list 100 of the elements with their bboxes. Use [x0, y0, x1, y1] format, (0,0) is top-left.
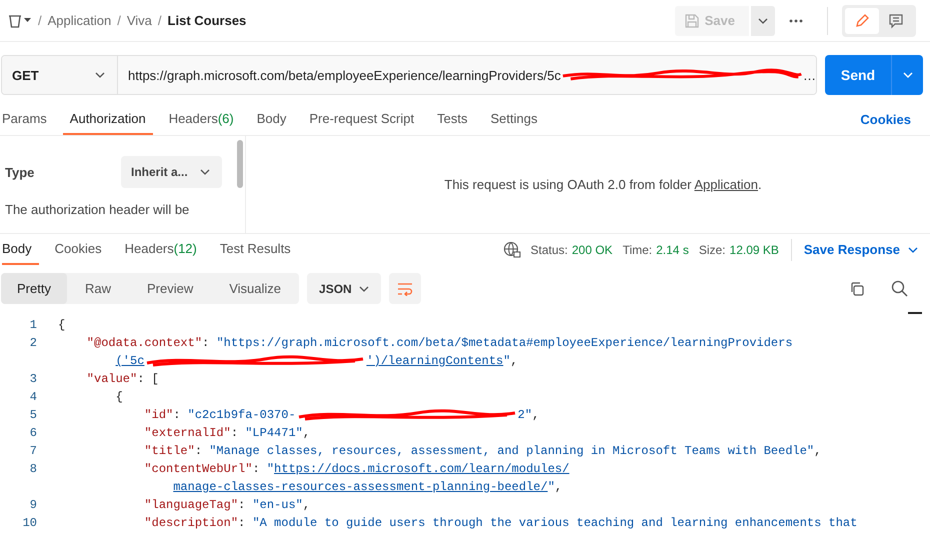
json-string: "	[266, 462, 274, 476]
save-response-button[interactable]: Save Response	[804, 242, 918, 257]
response-tab[interactable]: Cookies	[48, 234, 109, 265]
json-string: "	[503, 354, 510, 368]
edit-mode-button[interactable]	[845, 8, 879, 34]
copy-icon[interactable]	[849, 280, 865, 296]
auth-type-dropdown[interactable]: Inherit a...	[121, 156, 222, 188]
folder-link[interactable]: Application	[694, 177, 758, 192]
request-tab[interactable]: Headers(6)	[162, 103, 241, 135]
json-string: "LP4471"	[245, 426, 303, 440]
wrap-lines-button[interactable]	[389, 273, 422, 304]
breadcrumb-link[interactable]: Viva	[126, 13, 152, 28]
breadcrumb-separator: /	[158, 13, 162, 28]
breadcrumb-separator: /	[38, 13, 42, 28]
view-mode-tab[interactable]: Visualize	[211, 273, 300, 304]
line-number: 1	[28, 318, 37, 332]
request-tab[interactable]: Body	[250, 103, 294, 135]
json-key: "id"	[58, 408, 174, 422]
pencil-icon	[854, 12, 870, 28]
response-tab[interactable]: Headers(12)	[118, 234, 204, 265]
request-tab[interactable]: Authorization	[62, 103, 153, 135]
json-key: "externalId"	[58, 426, 231, 440]
auth-message: This request is using OAuth 2.0 from folder Application.	[444, 177, 762, 192]
format-dropdown[interactable]: JSON	[307, 273, 382, 304]
status-value: 200 OK	[572, 242, 613, 256]
redaction-scribble-icon	[296, 408, 517, 422]
breadcrumb-link[interactable]: Application	[48, 13, 112, 28]
chevron-down-icon	[200, 169, 210, 175]
status-value: 12.09 KB	[730, 242, 779, 256]
request-tab[interactable]: Params	[2, 103, 54, 135]
chevron-down-icon	[908, 246, 918, 252]
json-punctuation: {	[58, 318, 66, 332]
chevron-down-icon	[359, 286, 370, 292]
comment-icon	[888, 12, 904, 28]
redaction-scribble-icon	[145, 354, 366, 368]
status-label: Time:	[622, 242, 652, 256]
send-button[interactable]: Send	[825, 55, 891, 95]
status-label: Status:	[530, 242, 568, 256]
json-punctuation: : [	[137, 372, 159, 386]
globe-lock-icon[interactable]	[502, 240, 520, 258]
breadcrumb-separator: /	[117, 13, 121, 28]
view-mode-tab[interactable]: Preview	[128, 273, 212, 304]
json-key: "description"	[58, 516, 238, 530]
json-key: "value"	[58, 372, 138, 386]
response-tab[interactable]: Body	[2, 234, 39, 265]
line-number: 2	[28, 336, 37, 350]
request-title: List Courses	[168, 13, 246, 28]
json-key: "title"	[58, 444, 195, 458]
json-string: "Manage classes, resources, assessment, and planning in Microsoft Teams with Beedle"	[209, 444, 814, 458]
json-punctuation: ,	[302, 426, 310, 440]
line-number: 7	[28, 444, 37, 458]
status-value: 2.14 s	[656, 242, 689, 256]
line-number: 6	[28, 426, 37, 440]
view-mode-tab[interactable]: Raw	[66, 273, 129, 304]
json-punctuation: ,	[302, 498, 310, 512]
json-punctuation: :	[230, 426, 240, 440]
line-number: 5	[28, 408, 37, 422]
json-punctuation: :	[194, 444, 204, 458]
json-string: "A module to guide users through the various teaching and learning enhancements that	[252, 516, 858, 530]
json-string: 2"	[518, 408, 532, 422]
response-tab[interactable]: Test Results	[212, 234, 298, 265]
chevron-down-icon	[758, 18, 768, 24]
json-link[interactable]: https://docs.microsoft.com/learn/modules/	[274, 462, 570, 476]
json-punctuation: :	[202, 336, 210, 350]
json-punctuation: ,	[510, 354, 518, 368]
scrollbar-thumb[interactable]	[237, 140, 243, 188]
type-label: Type	[5, 164, 34, 180]
chevron-down-icon	[902, 72, 912, 78]
request-tab[interactable]: Settings	[483, 103, 544, 135]
line-number: 4	[28, 390, 37, 404]
json-string: "	[548, 480, 555, 494]
save-icon	[684, 14, 699, 28]
collection-icon[interactable]	[8, 14, 32, 28]
json-string: "en-us"	[252, 498, 303, 512]
view-mode-tab[interactable]: Pretty	[1, 273, 67, 304]
json-punctuation: :	[238, 498, 246, 512]
json-link[interactable]: ('5c	[116, 354, 144, 368]
json-punctuation: :	[173, 408, 182, 422]
line-number: 8	[28, 462, 37, 476]
json-punctuation: ,	[554, 480, 562, 494]
json-punctuation: {	[114, 390, 123, 404]
status-label: Size:	[698, 242, 726, 256]
cookies-link[interactable]: Cookies	[860, 112, 911, 126]
request-tab[interactable]: Tests	[430, 103, 474, 135]
json-key: "languageTag"	[58, 498, 238, 512]
request-tab[interactable]: Pre-request Script	[302, 103, 422, 135]
json-key: "contentWebUrl"	[58, 462, 252, 476]
search-icon[interactable]	[891, 280, 908, 297]
json-string: "c2c1b9fa-0370-	[188, 408, 296, 422]
json-punctuation: :	[238, 516, 246, 530]
line-number: 10	[22, 516, 37, 530]
json-key: "@odata.context"	[58, 336, 202, 350]
json-link[interactable]: ')/learningContents	[366, 354, 504, 368]
wrap-lines-icon	[397, 282, 414, 296]
auth-description: The authorization header will be	[5, 202, 190, 217]
json-punctuation: ,	[814, 444, 822, 458]
more-options-icon[interactable]	[789, 18, 803, 22]
json-link[interactable]: manage-classes-resources-assessment-planning-beedle/	[173, 480, 548, 494]
line-number: 3	[28, 372, 37, 386]
json-string: "https://graph.microsoft.com/beta/$metadata#employeeExperience/learningProviders	[216, 336, 793, 350]
